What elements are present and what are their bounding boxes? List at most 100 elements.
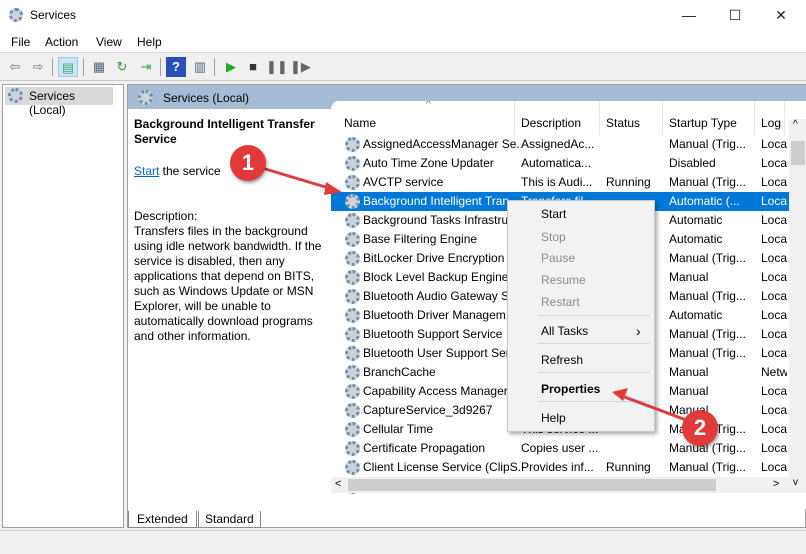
column-header-startup-type[interactable]: Startup Type [663,101,755,135]
menu-help[interactable]: Help [137,35,162,49]
context-menu-pause: Pause [541,251,576,265]
start-service-icon[interactable]: ▶ [221,57,241,77]
service-gear-icon [345,194,360,209]
context-menu: Start Stop Pause Resume Restart All Tasks › Ref… [507,200,655,432]
description-line: such as Windows Update or MSN [134,284,314,298]
description-text: Transfers files in the background using i… [134,224,330,344]
service-gear-icon [345,308,360,323]
cell-log: Netw [761,365,787,379]
cell-log: Loca [761,422,787,436]
cell-startup-type: Manual (Trig... [669,289,746,303]
cell-name: Bluetooth User Support Ser... [363,346,520,360]
cell-name: CaptureService_3d9267 [363,403,493,417]
annotation-badge-2: 2 [682,410,718,446]
description-label: Description: [134,209,198,223]
services-gear-icon [9,8,23,22]
scroll-left-icon[interactable]: < [335,478,341,490]
service-gear-icon [345,270,360,285]
column-header-description[interactable]: Description [515,101,600,135]
restart-service-icon[interactable]: ❚▶ [290,57,311,77]
context-menu-resume: Resume [541,273,586,287]
export-list-icon[interactable]: ⇥ [136,57,156,77]
service-row[interactable]: AssignedAccessManager Se... AssignedAc...… [331,135,789,154]
cell-description: This is Audi... [521,175,593,189]
service-row[interactable]: Certificate Propagation Copies user ... Ma… [331,439,789,458]
pause-service-icon[interactable]: ❚❚ [266,57,288,77]
cell-name: Bluetooth Driver Managem... [363,308,516,322]
column-header-log[interactable]: Log [755,101,785,135]
service-row[interactable]: Client License Service (ClipS... Provides… [331,458,789,477]
tab-extended[interactable]: Extended [128,511,197,528]
tab-standard[interactable]: Standard [198,511,261,528]
horizontal-scroll-thumb[interactable] [348,479,716,491]
scroll-right-icon[interactable]: > [773,478,779,490]
cell-log: Loca [761,137,787,151]
refresh-icon[interactable]: ↻ [112,57,132,77]
cell-startup-type: Manual [669,270,709,284]
close-button[interactable]: ✕ [758,0,804,31]
properties-icon[interactable]: ▦ [89,57,109,77]
action-pane-icon[interactable]: ▥ [190,57,210,77]
cell-description: Automatica... [521,156,592,170]
stop-service-icon[interactable]: ■ [243,57,263,77]
context-menu-start[interactable]: Start [541,207,566,221]
scroll-down-icon[interactable]: v [793,477,798,488]
description-line: applications that depend on BITS, [134,269,315,283]
start-service-link[interactable]: Start [134,164,159,178]
vertical-scrollbar[interactable]: ^ v [789,119,806,493]
status-bar [0,530,806,554]
vertical-scroll-thumb[interactable] [791,141,805,165]
window-title: Services [30,8,77,22]
service-row[interactable]: AVCTP service This is Audi... Running Manua… [331,173,789,192]
description-line: using idle network bandwidth. If the [134,239,322,253]
toolbar: ⇦ ⇨ ▤ ▦ ↻ ⇥ ? ▥ ▶ ■ ❚❚ ❚▶ [0,53,806,81]
description-line: Transfers files in the background [134,224,308,238]
context-menu-help[interactable]: Help [541,411,566,425]
service-gear-icon [345,289,360,304]
forward-icon[interactable]: ⇨ [28,57,48,77]
scroll-up-icon[interactable]: ^ [793,119,798,130]
service-title: Background Intelligent Transfer Service [134,117,315,146]
menu-file[interactable]: File [11,35,30,49]
cell-log: Loca [761,308,787,322]
pane-header-title: Services (Local) [163,91,250,105]
service-gear-icon [345,460,360,475]
cell-description: AssignedAc... [521,137,595,151]
help-icon[interactable]: ? [166,57,186,77]
cell-name: Background Intelligent Tran [363,194,521,208]
cell-log: Loca [761,251,787,265]
show-hide-console-tree-icon[interactable]: ▤ [58,57,78,77]
cell-log: Loca [761,289,787,303]
service-gear-icon [345,251,360,266]
tree-item-services-local[interactable]: Services (Local) [5,87,113,117]
service-details: Background Intelligent Transfer Service … [134,117,330,344]
context-menu-all-tasks[interactable]: All Tasks [541,324,588,338]
cell-status: Running [606,460,651,474]
cell-name: Client License Service (ClipS... [363,460,521,474]
cell-startup-type: Automatic [669,213,723,227]
column-header-status[interactable]: Status [600,101,663,135]
cell-log: Loca [761,175,787,189]
cell-startup-type: Disabled [669,156,716,170]
cell-log: Loca [761,346,787,360]
menu-view[interactable]: View [96,35,122,49]
maximize-button[interactable]: ☐ [712,0,758,31]
service-row[interactable]: Auto Time Zone Updater Automatica... Disab… [331,154,789,173]
minimize-button[interactable]: — [666,0,712,31]
horizontal-scrollbar[interactable]: < > [331,477,789,493]
menu-bar: File Action View Help [0,31,806,53]
description-line: service is disabled, then any [134,254,285,268]
cell-name: Base Filtering Engine [363,232,478,246]
back-icon[interactable]: ⇦ [5,57,25,77]
cell-startup-type: Manual (Trig... [669,460,746,474]
service-gear-icon [345,175,360,190]
service-gear-icon [345,403,360,418]
cell-startup-type: Manual (Trig... [669,137,746,151]
menu-action[interactable]: Action [45,35,78,49]
submenu-chevron-icon: › [636,323,641,339]
service-gear-icon [345,156,360,171]
context-menu-refresh[interactable]: Refresh [541,353,583,367]
cell-log: Loca [761,213,787,227]
context-menu-properties[interactable]: Properties [541,382,600,396]
cell-log: Loca [761,156,787,170]
